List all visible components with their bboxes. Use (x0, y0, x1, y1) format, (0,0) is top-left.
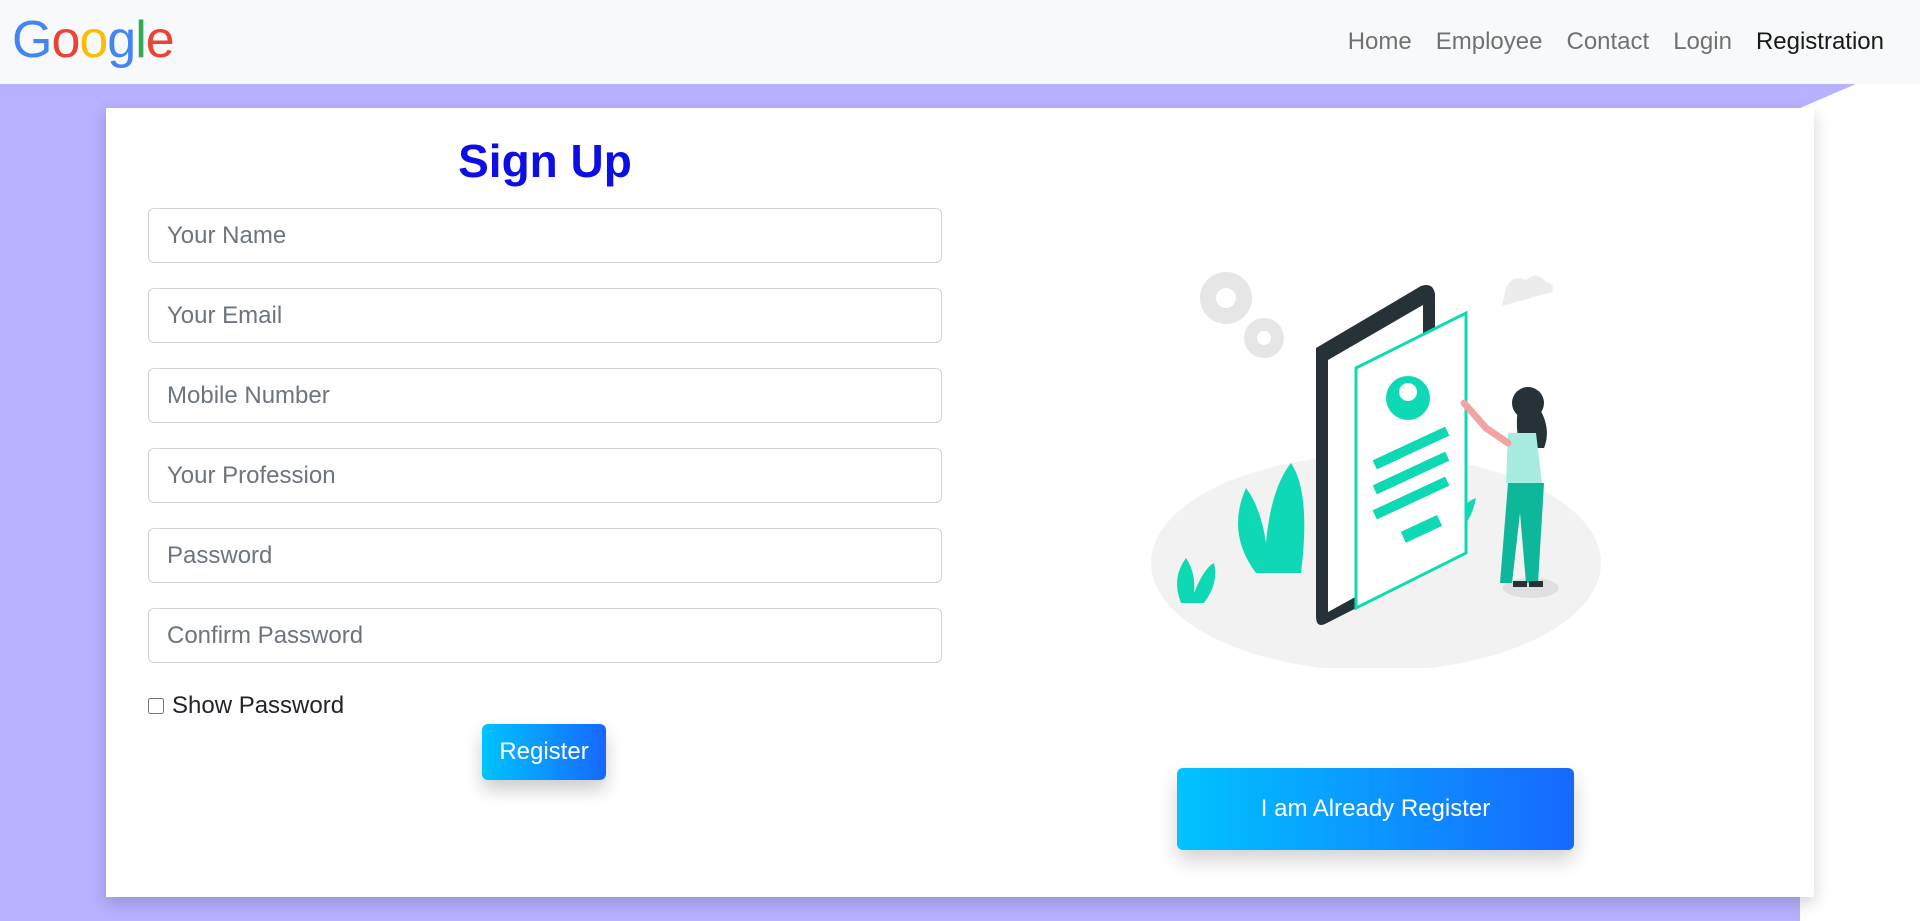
logo-letter: e (145, 11, 175, 69)
logo-letter: o (79, 11, 108, 69)
nav-link-home[interactable]: Home (1336, 28, 1424, 56)
nav-link-contact[interactable]: Contact (1554, 28, 1661, 56)
mobile-signup-illustration (1151, 272, 1601, 668)
background-shape-left (0, 84, 106, 921)
already-registered-button[interactable]: I am Already Register (1177, 768, 1574, 850)
nav-link-registration[interactable]: Registration (1744, 28, 1896, 56)
logo-letter: g (107, 11, 136, 69)
google-logo[interactable]: Google (12, 11, 175, 69)
logo-letter: l (135, 11, 147, 69)
password-field[interactable] (148, 528, 942, 583)
cloud-icon (1502, 275, 1554, 306)
mobile-field[interactable] (148, 368, 942, 423)
register-button[interactable]: Register (482, 724, 606, 780)
logo-letter: o (51, 11, 80, 69)
name-field[interactable] (148, 208, 942, 263)
page-title: Sign Up (458, 135, 632, 187)
signup-card: Sign Up Show Password Register (106, 108, 1814, 897)
profession-field[interactable] (148, 448, 942, 503)
show-password-checkbox[interactable] (148, 698, 164, 714)
logo-letter: G (12, 11, 52, 69)
nav-link-employee[interactable]: Employee (1424, 28, 1555, 56)
email-field[interactable] (148, 288, 942, 343)
show-password-option[interactable]: Show Password (148, 692, 344, 720)
navbar: Google Home Employee Contact Login Regis… (0, 0, 1920, 84)
gear-icon (1200, 272, 1284, 358)
show-password-label: Show Password (172, 692, 345, 719)
nav-link-login[interactable]: Login (1661, 28, 1744, 56)
confirm-password-field[interactable] (148, 608, 942, 663)
nav-links: Home Employee Contact Login Registration (1336, 28, 1896, 56)
